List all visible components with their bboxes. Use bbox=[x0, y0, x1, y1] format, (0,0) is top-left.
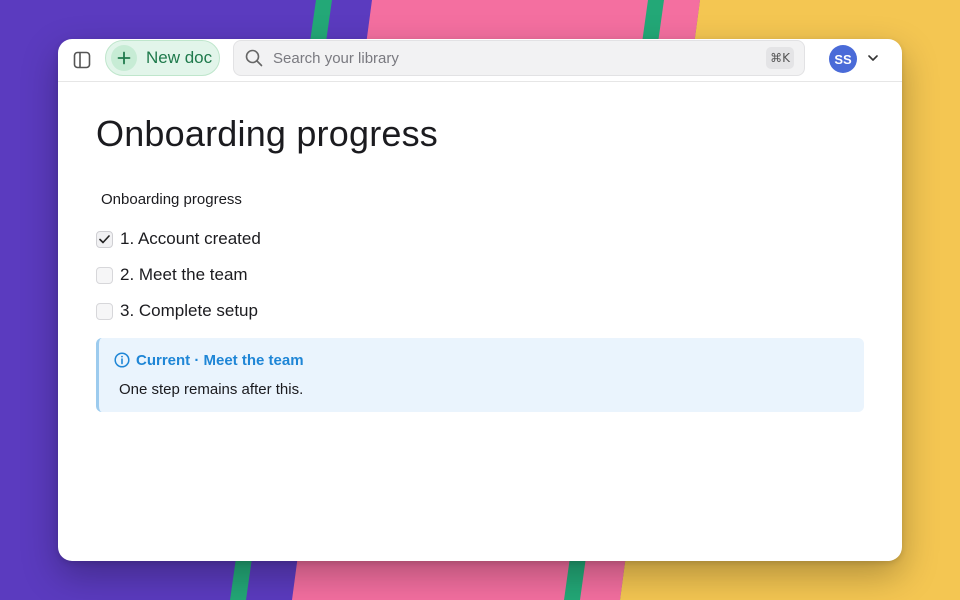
checklist-item-label: 3. Complete setup bbox=[120, 301, 258, 320]
app-window: New doc ⌘K SS Onboarding progress Onboar… bbox=[58, 39, 902, 561]
search-icon bbox=[245, 48, 265, 68]
avatar[interactable]: SS bbox=[829, 45, 857, 73]
toolbar: New doc ⌘K SS bbox=[58, 39, 902, 82]
callout-body: One step remains after this. bbox=[119, 381, 304, 398]
sidebar-toggle-icon[interactable] bbox=[70, 48, 94, 72]
page-title: Onboarding progress bbox=[96, 113, 439, 154]
chevron-down-icon[interactable] bbox=[866, 51, 880, 65]
checklist-item-account-created[interactable]: 1. Account created bbox=[96, 221, 261, 257]
checklist-item-label: 1. Account created bbox=[120, 229, 261, 248]
checklist-item-label: 2. Meet the team bbox=[120, 265, 248, 284]
new-doc-label: New doc bbox=[146, 48, 213, 67]
section-label: Onboarding progress bbox=[101, 191, 242, 208]
new-doc-button[interactable]: New doc bbox=[105, 40, 220, 76]
checklist-item-meet-the-team[interactable]: 2. Meet the team bbox=[96, 257, 261, 293]
callout-title: Current · Meet the team bbox=[136, 352, 304, 369]
checkbox-unchecked[interactable] bbox=[96, 302, 113, 320]
checkmark-icon bbox=[99, 234, 110, 243]
info-icon bbox=[114, 352, 130, 368]
search-bar: ⌘K bbox=[233, 40, 805, 76]
plus-icon bbox=[111, 45, 137, 71]
info-callout: Current · Meet the team One step remains… bbox=[96, 338, 864, 412]
checklist: 1. Account created 2. Meet the team 3. C… bbox=[96, 221, 261, 329]
checklist-item-complete-setup[interactable]: 3. Complete setup bbox=[96, 293, 261, 329]
checkbox-unchecked[interactable] bbox=[96, 266, 113, 284]
search-input[interactable] bbox=[271, 48, 755, 68]
search-shortcut-badge: ⌘K bbox=[766, 47, 794, 69]
checkbox-checked[interactable] bbox=[96, 230, 113, 248]
